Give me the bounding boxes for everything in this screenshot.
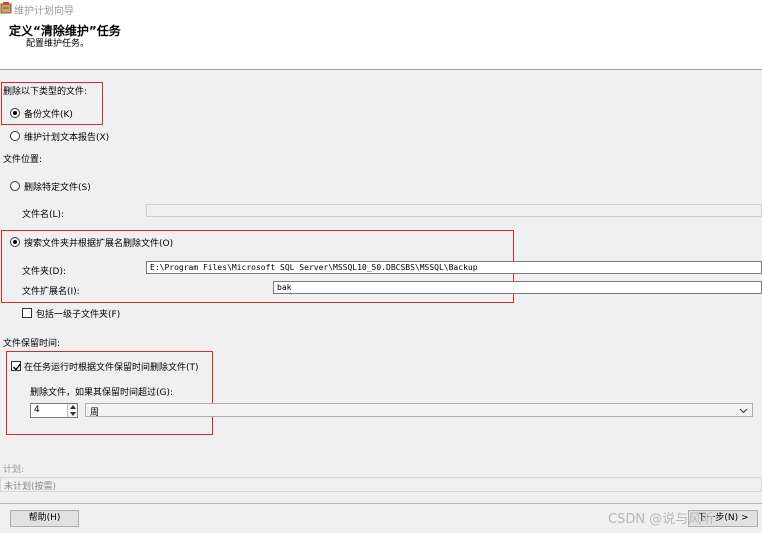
report-files-radio[interactable] xyxy=(10,131,20,141)
spin-down-icon xyxy=(70,412,76,416)
schedule-label: 计划: xyxy=(3,465,25,475)
checkmark-icon xyxy=(13,363,22,371)
retention-label: 文件保留时间: xyxy=(3,339,61,349)
spin-up-icon xyxy=(70,405,76,409)
backup-files-radio[interactable] xyxy=(10,108,20,118)
include-subfolders-checkbox[interactable] xyxy=(22,308,32,318)
report-files-label[interactable]: 维护计划文本报告(X) xyxy=(24,130,109,143)
help-button[interactable]: 帮助(H) xyxy=(10,510,79,527)
maintenance-plan-app-icon xyxy=(0,2,12,14)
window-title: 维护计划向导 xyxy=(14,6,74,17)
page-subtitle: 配置维护任务。 xyxy=(26,39,90,49)
csdn-watermark: CSDN @说与风听 xyxy=(608,512,715,527)
file-name-input[interactable] xyxy=(146,204,762,217)
spin-up-button[interactable] xyxy=(67,404,77,410)
schedule-field: 未计划(按需) xyxy=(0,477,762,492)
delete-type-label: 删除以下类型的文件: xyxy=(3,87,88,97)
delete-by-age-label[interactable]: 在任务运行时根据文件保留时间删除文件(T) xyxy=(24,360,199,373)
backup-files-label[interactable]: 备份文件(K) xyxy=(24,107,73,120)
file-name-label: 文件名(L): xyxy=(22,210,65,220)
delete-specific-file-radio[interactable] xyxy=(10,181,20,191)
search-folder-radio[interactable] xyxy=(10,237,20,247)
delete-by-age-checkbox[interactable] xyxy=(11,361,22,371)
extension-label: 文件扩展名(I): xyxy=(22,287,80,297)
delete-specific-file-label[interactable]: 删除特定文件(S) xyxy=(24,180,91,193)
age-unit-value: 周 xyxy=(90,408,100,418)
chevron-down-icon xyxy=(739,408,748,414)
extension-input[interactable]: bak xyxy=(273,281,762,294)
file-location-label: 文件位置: xyxy=(3,155,43,165)
title-bar xyxy=(0,0,762,16)
include-subfolders-label[interactable]: 包括一级子文件夹(F) xyxy=(36,307,120,320)
spin-down-button[interactable] xyxy=(67,411,77,417)
folder-input[interactable]: E:\Program Files\Microsoft SQL Server\MS… xyxy=(146,261,762,274)
age-unit-select[interactable]: 周 xyxy=(85,403,753,418)
folder-label: 文件夹(D): xyxy=(22,267,66,277)
age-threshold-label: 删除文件，如果其保留时间超过(G): xyxy=(30,388,174,398)
search-folder-label[interactable]: 搜索文件夹并根据扩展名删除文件(O) xyxy=(24,236,173,249)
